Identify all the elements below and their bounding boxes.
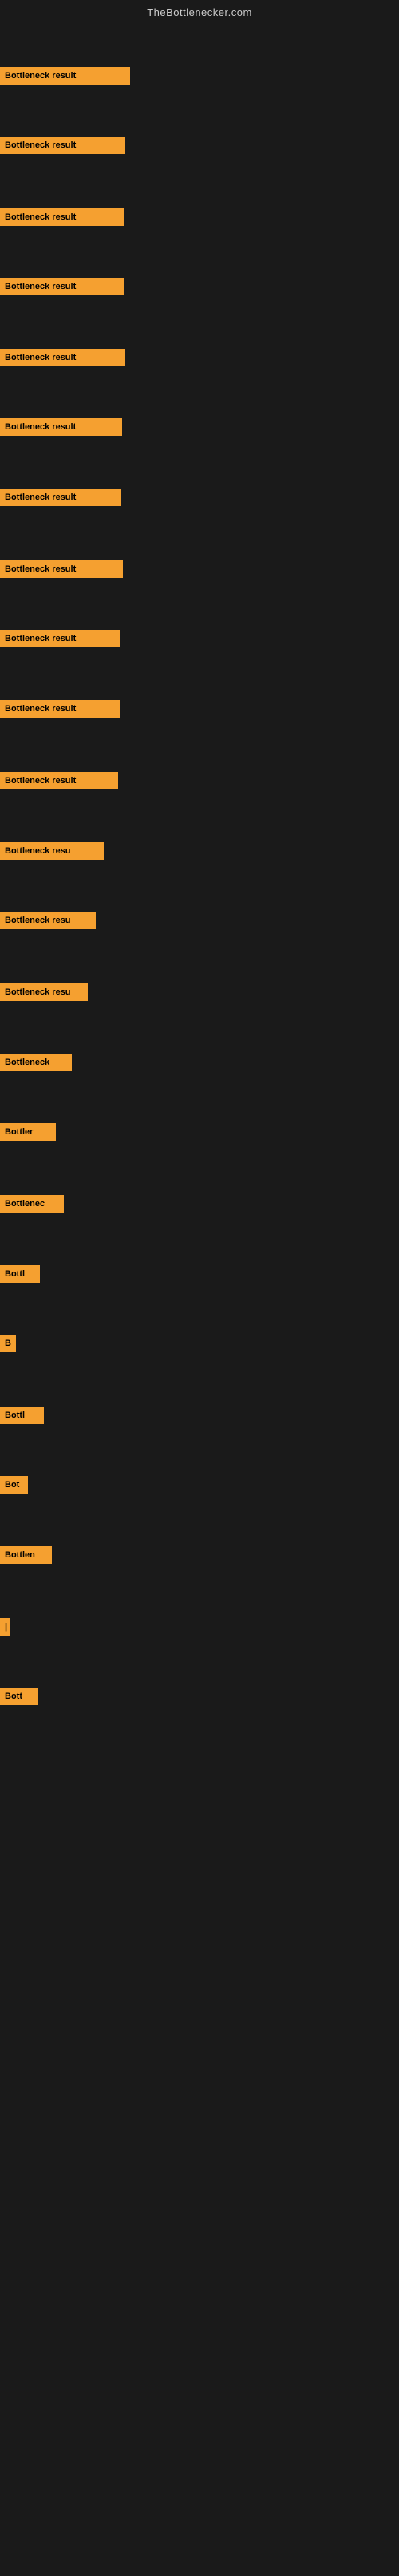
bar-row-3: Bottleneck result [0,278,399,302]
bar-row-9: Bottleneck result [0,700,399,724]
bottleneck-bar-7: Bottleneck result [0,560,123,578]
bar-row-5: Bottleneck result [0,418,399,442]
bar-row-17: Bottl [0,1265,399,1289]
bar-row-12: Bottleneck resu [0,912,399,936]
bottleneck-bar-10: Bottleneck result [0,772,118,789]
bottleneck-bar-17: Bottl [0,1265,40,1283]
bar-row-1: Bottleneck result [0,137,399,160]
bottleneck-bar-18: B [0,1335,16,1352]
bar-row-20: Bot [0,1476,399,1500]
bar-row-16: Bottlenec [0,1195,399,1219]
bottleneck-bar-0: Bottleneck result [0,67,130,85]
bottleneck-bar-5: Bottleneck result [0,418,122,436]
bottleneck-bar-15: Bottler [0,1123,56,1141]
bar-row-22: | [0,1618,399,1642]
bar-row-21: Bottlen [0,1546,399,1570]
bottleneck-bar-14: Bottleneck [0,1054,72,1071]
bottleneck-bar-9: Bottleneck result [0,700,120,718]
bar-row-14: Bottleneck [0,1054,399,1078]
bottleneck-bar-3: Bottleneck result [0,278,124,295]
bottleneck-bar-13: Bottleneck resu [0,983,88,1001]
bar-row-19: Bottl [0,1407,399,1430]
bottleneck-bar-6: Bottleneck result [0,489,121,506]
bottleneck-bar-2: Bottleneck result [0,208,124,226]
bottleneck-bar-21: Bottlen [0,1546,52,1564]
bar-row-23: Bott [0,1688,399,1711]
bottleneck-bar-4: Bottleneck result [0,349,125,366]
bottleneck-bar-11: Bottleneck resu [0,842,104,860]
bar-row-4: Bottleneck result [0,349,399,373]
bar-row-15: Bottler [0,1123,399,1147]
bottleneck-bar-12: Bottleneck resu [0,912,96,929]
bar-row-13: Bottleneck resu [0,983,399,1007]
bar-row-8: Bottleneck result [0,630,399,654]
bar-row-0: Bottleneck result [0,67,399,91]
bar-row-10: Bottleneck result [0,772,399,796]
bottleneck-bar-23: Bott [0,1688,38,1705]
site-header: TheBottlenecker.com [0,0,399,22]
bar-row-6: Bottleneck result [0,489,399,512]
bottleneck-bar-8: Bottleneck result [0,630,120,647]
bar-row-18: B [0,1335,399,1359]
bottleneck-bar-22: | [0,1618,10,1636]
bottleneck-bar-19: Bottl [0,1407,44,1424]
bar-row-7: Bottleneck result [0,560,399,584]
bottleneck-bar-16: Bottlenec [0,1195,64,1213]
bar-row-11: Bottleneck resu [0,842,399,866]
bottleneck-bar-20: Bot [0,1476,28,1494]
bar-row-2: Bottleneck result [0,208,399,232]
bottleneck-bar-1: Bottleneck result [0,137,125,154]
